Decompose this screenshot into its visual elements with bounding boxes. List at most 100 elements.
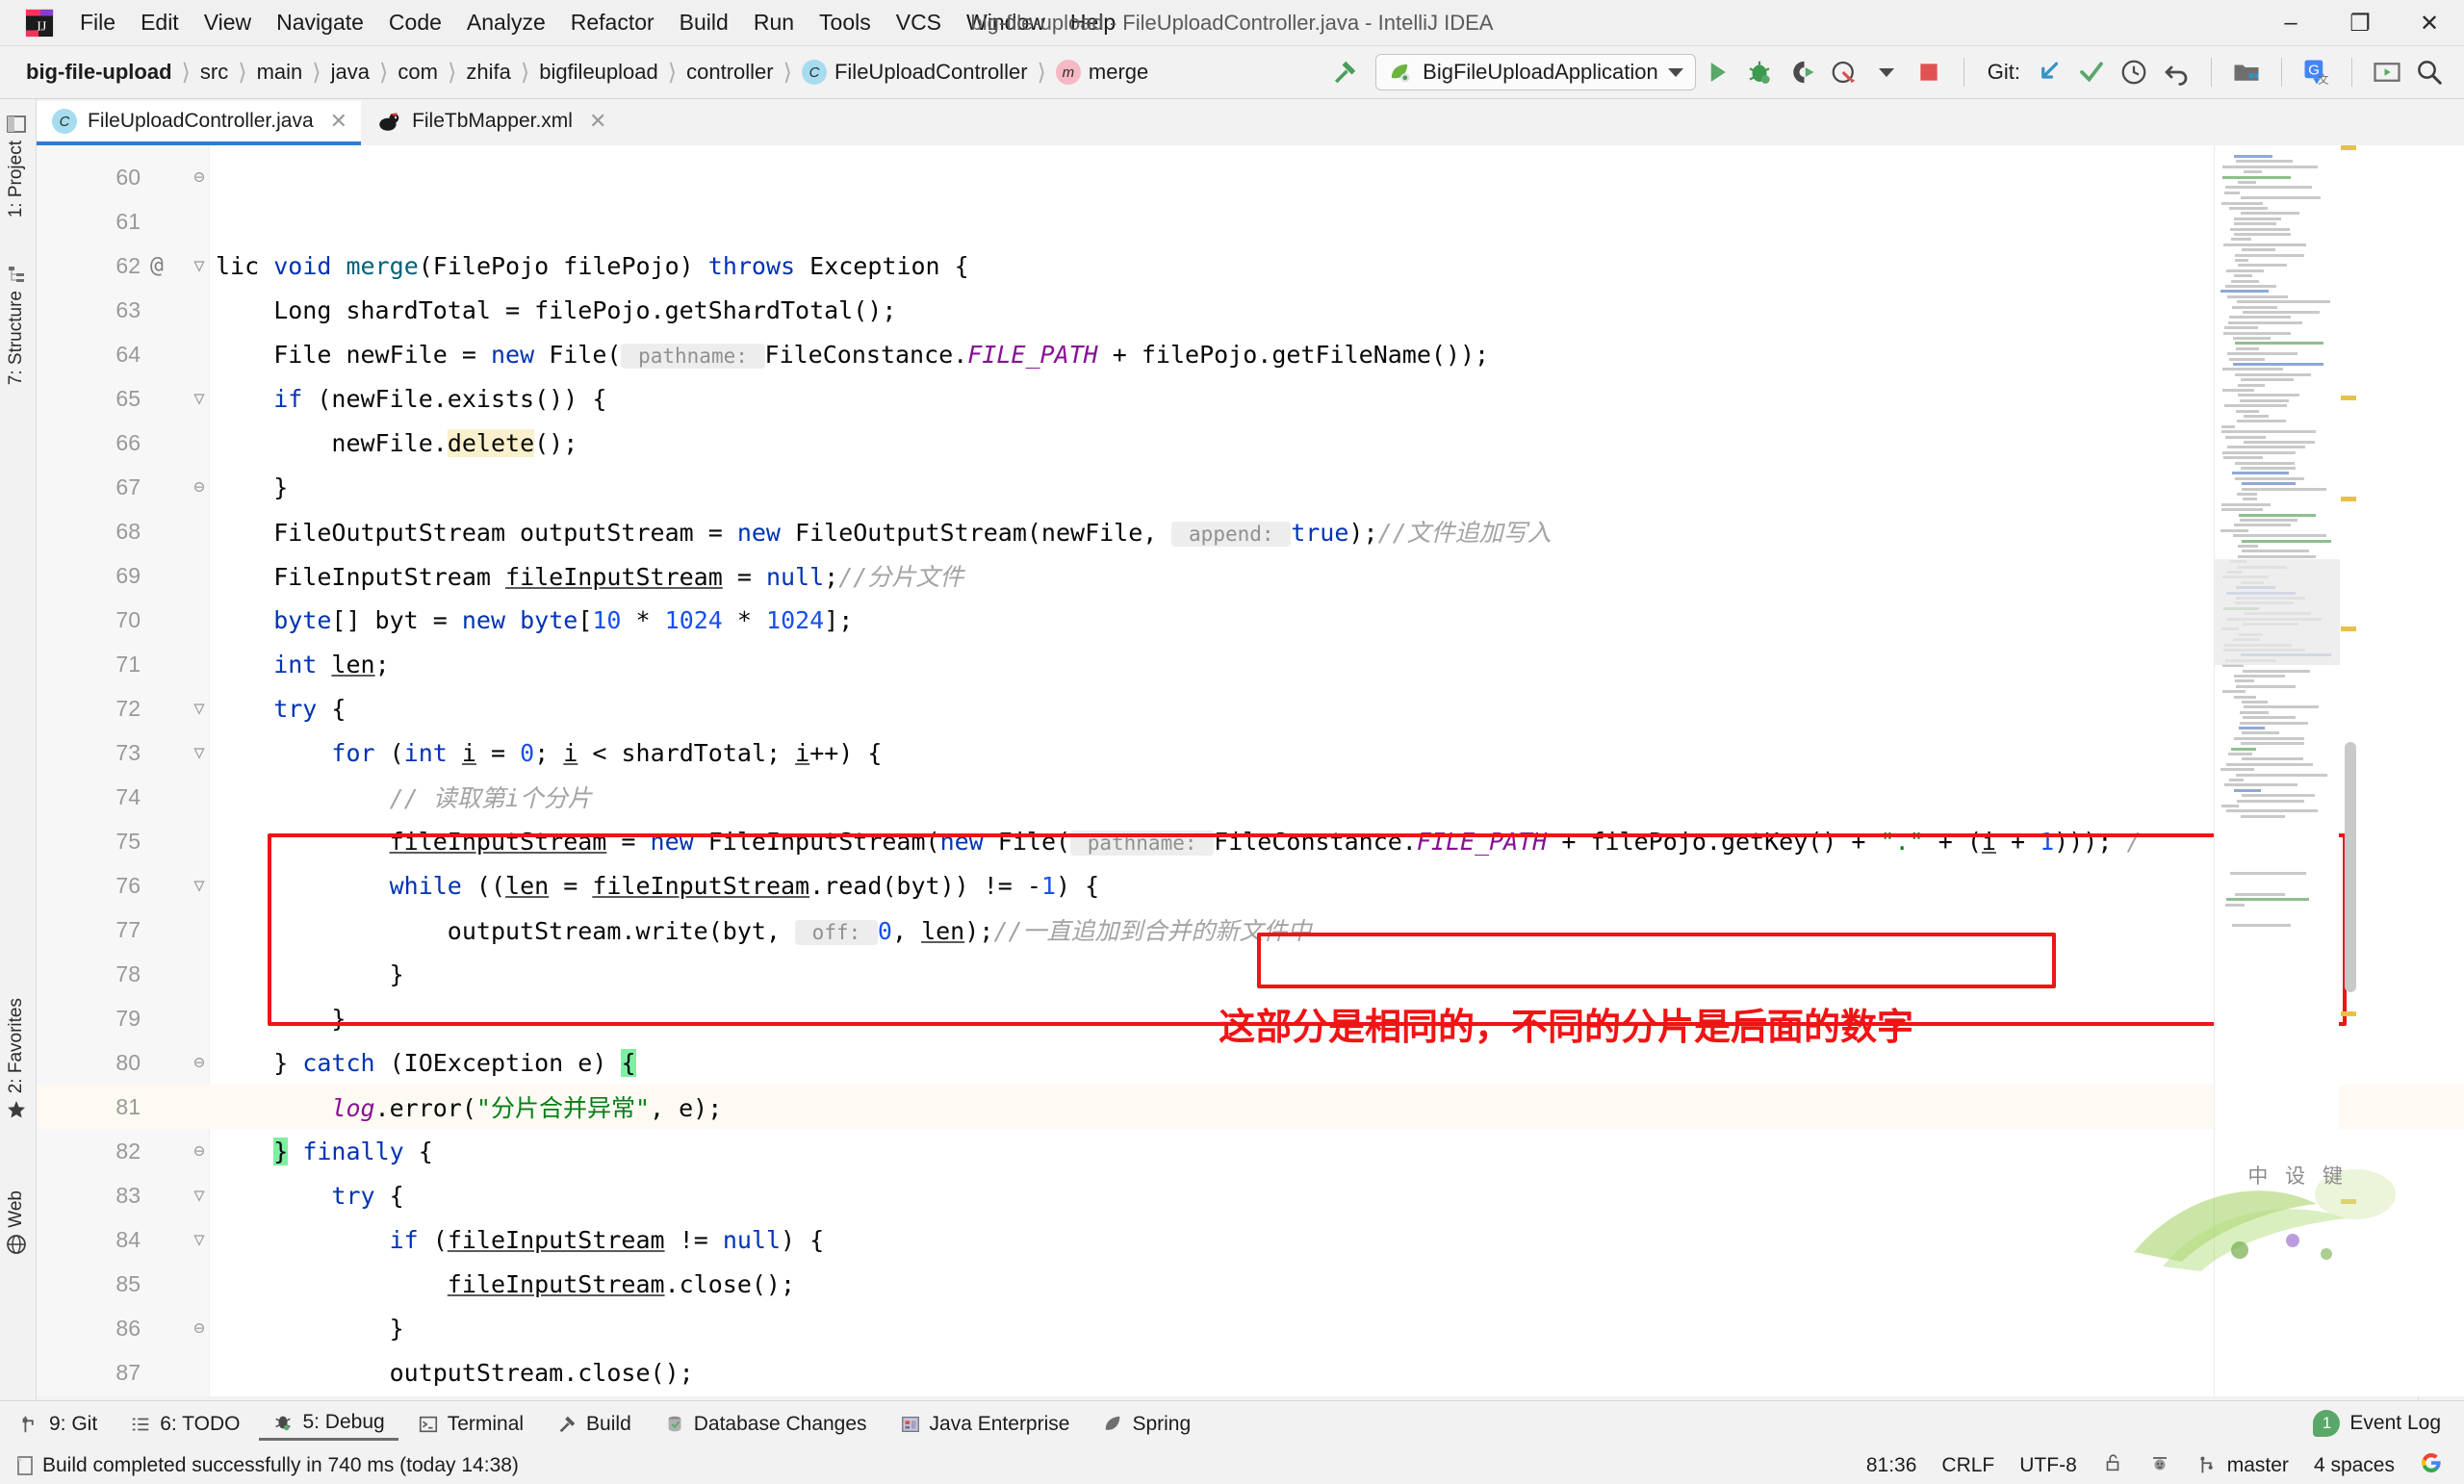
menu-item-run[interactable]: Run — [741, 6, 807, 39]
stripe-mark[interactable] — [2341, 145, 2356, 150]
menu-item-edit[interactable]: Edit — [128, 6, 192, 39]
code-line[interactable]: 73 ▽ for (int i = 0; i < shardTotal; i++) … — [37, 730, 2464, 775]
git-commit-icon[interactable] — [2070, 51, 2113, 93]
code-line[interactable]: 61 — [37, 199, 2464, 243]
stripe-mark[interactable] — [2341, 497, 2356, 501]
event-log-button[interactable]: 1 Event Log — [2313, 1400, 2441, 1446]
code-line[interactable]: 67 ⊖} — [37, 465, 2464, 509]
code-line[interactable]: 81 log.error("分片合并异常", e); — [37, 1085, 2464, 1129]
menu-item-build[interactable]: Build — [667, 6, 741, 39]
close-icon[interactable]: ✕ — [589, 109, 606, 134]
menu-item-file[interactable]: File — [67, 6, 128, 39]
minimize-button[interactable]: – — [2256, 0, 2325, 46]
code-lines-container[interactable]: 60 ⊖ 61 62 @ ▽ lic void merge(FilePojo filePoj… — [37, 145, 2464, 1396]
tool-window-todo[interactable]: 6: TODO — [116, 1409, 253, 1440]
annotation-gutter-icon[interactable]: @ — [150, 253, 164, 278]
code-fold-icon[interactable]: ▽ — [189, 388, 210, 409]
breadcrumb-item-main[interactable]: main — [250, 57, 310, 88]
code-fold-icon[interactable]: ▽ — [189, 255, 210, 276]
sidebar-item-project[interactable]: 1: Project — [5, 113, 28, 217]
profile-icon[interactable] — [1823, 51, 1865, 93]
git-update-project-icon[interactable] — [2028, 51, 2070, 93]
code-line[interactable]: 78} — [37, 952, 2464, 996]
tab-file-tb-mapper[interactable]: FileTbMapper.xml ✕ — [361, 101, 620, 145]
tool-window-spring[interactable]: Spring — [1089, 1409, 1204, 1440]
file-encoding[interactable]: UTF-8 — [2019, 1454, 2077, 1477]
code-line[interactable]: 85 fileInputStream.close(); — [37, 1262, 2464, 1306]
menu-item-code[interactable]: Code — [376, 6, 454, 39]
run-icon[interactable] — [1696, 51, 1738, 93]
code-line[interactable]: 84 ▽ if (fileInputStream != null) { — [37, 1217, 2464, 1262]
scrollbar-thumb[interactable] — [2345, 742, 2356, 992]
code-fold-icon[interactable]: ▽ — [189, 875, 210, 896]
translate-icon[interactable]: G文 — [2296, 51, 2338, 93]
menu-item-refactor[interactable]: Refactor — [558, 6, 667, 39]
breadcrumb-item-project[interactable]: big-file-upload — [19, 57, 179, 88]
code-line[interactable]: 72 ▽ try { — [37, 686, 2464, 730]
stop-icon[interactable] — [1908, 51, 1950, 93]
code-fold-icon[interactable]: ⊖ — [189, 1052, 210, 1073]
tool-window-git[interactable]: 9: Git — [6, 1409, 111, 1440]
close-button[interactable]: ✕ — [2395, 0, 2464, 46]
breadcrumb-item-controller[interactable]: controller — [680, 57, 780, 88]
menu-item-analyze[interactable]: Analyze — [454, 6, 558, 39]
code-fold-icon[interactable]: ▽ — [189, 1185, 210, 1206]
inspection-profile-icon[interactable] — [2148, 1451, 2171, 1480]
menu-item-navigate[interactable]: Navigate — [264, 6, 376, 39]
stripe-mark[interactable] — [2341, 396, 2356, 400]
code-line[interactable]: 60 ⊖ — [37, 155, 2464, 199]
breadcrumb-item-zhifa[interactable]: zhifa — [459, 57, 517, 88]
code-line[interactable]: 77 outputStream.write(byt, off: 0, len);/… — [37, 908, 2464, 952]
menu-item-vcs[interactable]: VCS — [884, 6, 954, 39]
breadcrumb-item-bigfileupload[interactable]: bigfileupload — [532, 57, 665, 88]
indent-setting[interactable]: 4 spaces — [2314, 1454, 2395, 1477]
google-icon[interactable] — [2420, 1451, 2443, 1480]
run-with-coverage-icon[interactable] — [1781, 51, 1823, 93]
code-fold-icon[interactable]: ⊖ — [189, 476, 210, 498]
project-structure-icon[interactable] — [2225, 51, 2268, 93]
breadcrumb-item-java[interactable]: java — [324, 57, 376, 88]
code-line[interactable]: 64 File newFile = new File( pathname: Fil… — [37, 332, 2464, 376]
code-line[interactable]: 71 int len; — [37, 642, 2464, 686]
git-revert-icon[interactable] — [2155, 51, 2197, 93]
code-line[interactable]: 65 ▽ if (newFile.exists()) { — [37, 376, 2464, 421]
caret-position[interactable]: 81:36 — [1866, 1454, 1917, 1477]
code-line[interactable]: 63 Long shardTotal = filePojo.getShardTot… — [37, 288, 2464, 332]
menu-item-view[interactable]: View — [192, 6, 264, 39]
stripe-mark[interactable] — [2341, 1011, 2356, 1016]
sidebar-item-structure[interactable]: 7: Structure — [5, 263, 28, 385]
code-line[interactable]: 70 byte[] byt = new byte[10 * 1024 * 1024… — [37, 598, 2464, 642]
code-line[interactable]: 83 ▽ try { — [37, 1173, 2464, 1217]
code-line[interactable]: 69 FileInputStream fileInputStream = null… — [37, 553, 2464, 598]
code-fold-icon[interactable]: ⊖ — [189, 1140, 210, 1162]
menu-item-window[interactable]: Window — [954, 6, 1058, 39]
maximize-button[interactable]: ❐ — [2325, 0, 2395, 46]
code-line[interactable]: 74 // 读取第i个分片 — [37, 775, 2464, 819]
editor-scrollbar[interactable] — [2341, 145, 2360, 1396]
code-fold-icon[interactable]: ⊖ — [189, 1318, 210, 1339]
code-line[interactable]: 68 FileOutputStream outputStream = new Fi… — [37, 509, 2464, 553]
git-history-icon[interactable] — [2113, 51, 2155, 93]
code-line[interactable]: 86 ⊖} — [37, 1306, 2464, 1350]
breadcrumb-item-class[interactable]: C FileUploadController — [795, 57, 1035, 88]
code-fold-icon[interactable]: ⊖ — [189, 166, 210, 188]
menu-item-tools[interactable]: Tools — [807, 6, 884, 39]
code-line[interactable]: 82 ⊖} finally { — [37, 1129, 2464, 1173]
tool-window-java-enterprise[interactable]: Java Enterprise — [886, 1409, 1084, 1440]
sidebar-item-web[interactable]: Web — [5, 1190, 28, 1256]
tab-file-upload-controller[interactable]: C FileUploadController.java ✕ — [37, 101, 362, 145]
status-notification-icon[interactable] — [13, 1454, 37, 1477]
stripe-mark[interactable] — [2341, 627, 2356, 631]
code-fold-icon[interactable]: ▽ — [189, 698, 210, 719]
run-configuration-selector[interactable]: BigFileUploadApplication — [1375, 54, 1696, 90]
code-fold-icon[interactable]: ▽ — [189, 1229, 210, 1250]
code-line[interactable]: 75 fileInputStream = new FileInputStream(… — [37, 819, 2464, 863]
minimap-viewport[interactable] — [2215, 559, 2340, 665]
breadcrumb-item-src[interactable]: src — [193, 57, 235, 88]
tool-window-database-changes[interactable]: Database Changes — [651, 1409, 881, 1440]
tool-window-terminal[interactable]: Terminal — [404, 1409, 537, 1440]
breadcrumb-item-com[interactable]: com — [391, 57, 445, 88]
build-hammer-icon[interactable] — [1323, 51, 1366, 93]
tool-window-build[interactable]: Build — [543, 1409, 645, 1440]
code-line[interactable]: 88log.info("IO流关闭"); — [37, 1394, 2464, 1396]
